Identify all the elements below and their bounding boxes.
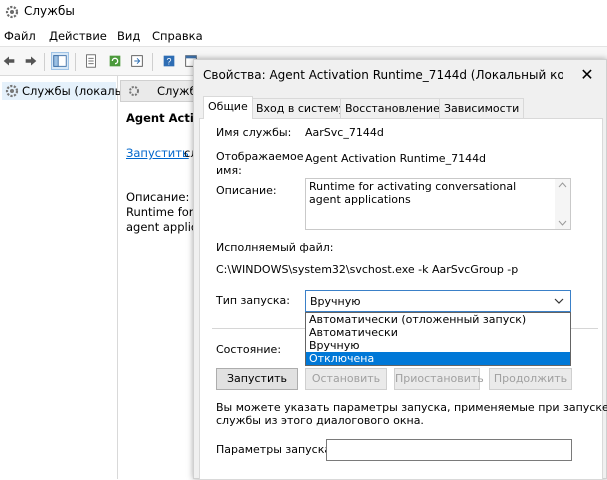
tab-dependencies[interactable]: Зависимости xyxy=(439,98,525,118)
startup-type-select[interactable]: Вручную xyxy=(305,290,571,312)
export-list-icon[interactable] xyxy=(128,52,146,70)
svg-text:?: ? xyxy=(167,57,172,67)
scroll-down-icon[interactable] xyxy=(558,220,567,226)
exe-label: Исполняемый файл: xyxy=(216,241,334,254)
toolbar-separator xyxy=(152,53,153,71)
menu-view[interactable]: Вид xyxy=(117,29,140,43)
back-arrow-icon[interactable] xyxy=(0,52,18,70)
scroll-up-icon[interactable] xyxy=(558,182,567,188)
description-line: Runtime for xyxy=(126,205,194,219)
option-manual[interactable]: Вручную xyxy=(306,339,570,352)
resume-button[interactable]: Продолжить xyxy=(489,368,572,390)
gear-icon xyxy=(5,5,19,19)
option-disabled[interactable]: Отключена xyxy=(306,352,570,365)
start-button[interactable]: Запустить xyxy=(216,368,298,390)
stop-button[interactable]: Остановить xyxy=(305,368,387,390)
dialog-titlebar[interactable]: Свойства: Agent Activation Runtime_7144d… xyxy=(194,60,606,90)
gear-icon xyxy=(5,84,19,98)
description-label: Описание: xyxy=(216,184,277,197)
pause-button[interactable]: Приостановить xyxy=(394,368,484,390)
show-tree-icon[interactable] xyxy=(51,52,69,70)
tab-logon[interactable]: Вход в систему xyxy=(251,98,351,118)
description-textbox[interactable]: Runtime for activating conversational ag… xyxy=(305,178,571,230)
hint-text: Вы можете указать параметры запуска, при… xyxy=(216,401,607,414)
params-label: Параметры запуска: xyxy=(216,443,335,456)
tab-general[interactable]: Общие xyxy=(203,96,253,119)
dialog-title: Свойства: Agent Activation Runtime_7144d… xyxy=(203,68,563,82)
tab-recovery[interactable]: Восстановление xyxy=(340,98,445,118)
detail-header: Служб xyxy=(120,80,198,102)
option-auto[interactable]: Автоматически xyxy=(306,326,570,339)
tree-item-label: Службы (локалы xyxy=(22,84,124,98)
forward-arrow-icon[interactable] xyxy=(22,52,40,70)
exe-path-value: C:\WINDOWS\system32\svchost.exe -k AarSv… xyxy=(216,263,519,276)
description-label: Описание: xyxy=(126,190,190,204)
startup-type-value: Вручную xyxy=(310,295,361,308)
description-text: Runtime for activating conversational ag… xyxy=(309,180,517,206)
service-name-label: Имя службы: xyxy=(216,126,292,139)
menu-bar: Файл Действие Вид Справка xyxy=(0,26,607,46)
tree-item-services[interactable]: Службы (локалы xyxy=(2,82,124,100)
display-name-label-cont: имя: xyxy=(216,164,242,177)
params-input[interactable] xyxy=(326,439,572,461)
status-label: Состояние: xyxy=(216,343,282,356)
hint-text-cont: службы из этого диалогового окна. xyxy=(216,414,424,427)
display-name-label: Отображаемое xyxy=(216,150,304,163)
main-window-title: Службы xyxy=(24,4,75,18)
description-scrollbar[interactable] xyxy=(555,179,570,229)
menu-file[interactable]: Файл xyxy=(4,29,36,43)
gear-icon xyxy=(129,86,139,96)
service-name-value: AarSvc_7144d xyxy=(305,126,384,139)
tree-pane: Службы (локалы xyxy=(0,76,124,479)
chevron-down-icon[interactable] xyxy=(553,295,565,307)
option-auto-delayed[interactable]: Автоматически (отложенный запуск) xyxy=(306,313,570,326)
close-icon[interactable]: ✕ xyxy=(572,62,602,88)
refresh-icon[interactable] xyxy=(106,52,124,70)
toolbar-separator xyxy=(44,53,45,71)
properties-icon[interactable] xyxy=(82,52,100,70)
start-service-link[interactable]: Запустить xyxy=(126,146,189,160)
help-icon[interactable]: ? xyxy=(160,52,178,70)
startup-type-dropdown: Автоматически (отложенный запуск) Автома… xyxy=(305,312,571,366)
main-window-titlebar: Службы xyxy=(0,0,607,24)
menu-help[interactable]: Справка xyxy=(152,29,203,43)
menu-action[interactable]: Действие xyxy=(49,29,107,43)
toolbar-separator xyxy=(75,53,76,71)
properties-dialog: Свойства: Agent Activation Runtime_7144d… xyxy=(193,59,607,480)
detail-header-label: Служб xyxy=(157,84,197,98)
display-name-value: Agent Activation Runtime_7144d xyxy=(305,152,487,165)
startup-type-label: Тип запуска: xyxy=(216,294,290,307)
